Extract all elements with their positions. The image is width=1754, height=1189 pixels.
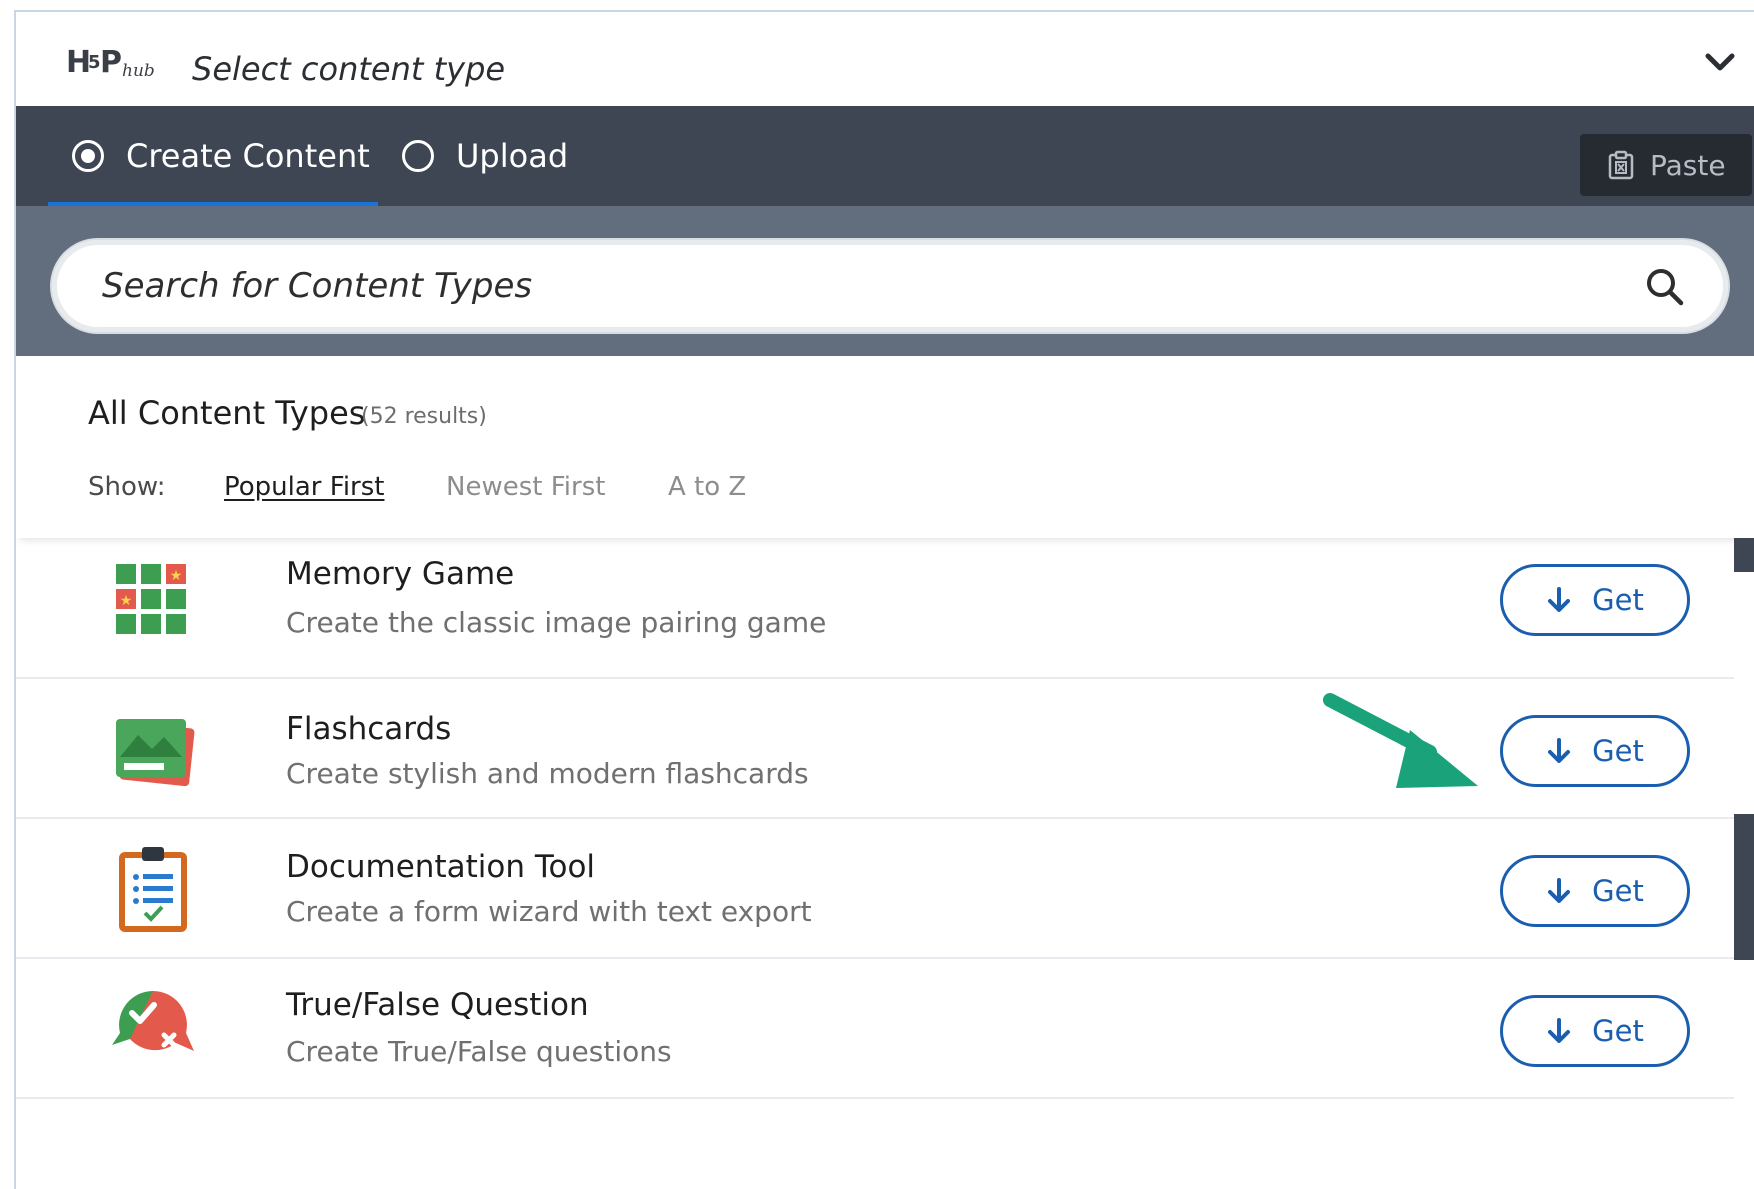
h5p-hub-logo: H 5 P hub: [66, 45, 155, 81]
item-title: True/False Question: [286, 987, 589, 1023]
item-description: Create the classic image pairing game: [286, 606, 827, 639]
sort-newest-first[interactable]: Newest First: [446, 472, 605, 502]
get-button-label: Get: [1592, 734, 1644, 768]
list-header: All Content Types (52 results) Show: Pop…: [16, 356, 1754, 538]
search-input[interactable]: [102, 240, 1602, 332]
get-button-label: Get: [1592, 583, 1644, 617]
get-button[interactable]: Get: [1500, 564, 1690, 636]
documentation-tool-icon: [119, 847, 187, 932]
get-button[interactable]: Get: [1500, 855, 1690, 927]
tabs-bar: Create Content Upload: [16, 106, 1754, 206]
svg-text:5: 5: [88, 52, 101, 73]
tab-upload-label: Upload: [456, 137, 569, 175]
list-item[interactable]: Documentation Tool Create a form wizard …: [16, 819, 1736, 959]
item-description: Create a form wizard with text export: [286, 895, 812, 928]
show-label: Show:: [88, 472, 166, 502]
paste-label: Paste: [1650, 148, 1726, 182]
list-item[interactable]: ★ ★ Memory Game Create the classic image…: [16, 538, 1736, 679]
tab-create-content[interactable]: Create Content: [72, 106, 370, 206]
item-title: Documentation Tool: [286, 849, 596, 885]
scroll-thumb[interactable]: [1734, 814, 1754, 960]
svg-text:P: P: [100, 45, 122, 80]
get-button[interactable]: Get: [1500, 715, 1690, 787]
paste-button[interactable]: Paste: [1580, 134, 1752, 196]
item-title: Flashcards: [286, 711, 452, 747]
download-arrow-icon: [1548, 1018, 1571, 1043]
sort-popular-first[interactable]: Popular First: [224, 472, 384, 502]
search-icon[interactable]: [1644, 266, 1686, 308]
svg-text:★: ★: [170, 567, 183, 583]
results-count: (52 results): [361, 404, 487, 429]
get-button[interactable]: Get: [1500, 995, 1690, 1067]
true-false-icon: [112, 991, 194, 1051]
get-button-label: Get: [1592, 1014, 1644, 1048]
chevron-down-icon[interactable]: [1696, 38, 1744, 86]
search-box[interactable]: [52, 240, 1728, 332]
content-type-list: ★ ★ Memory Game Create the classic image…: [16, 538, 1736, 1189]
flashcards-icon: [116, 719, 195, 787]
list-item[interactable]: True/False Question Create True/False qu…: [16, 959, 1736, 1099]
get-button-label: Get: [1592, 874, 1644, 908]
sort-a-to-z[interactable]: A to Z: [668, 472, 746, 502]
memory-game-icon: ★ ★: [116, 564, 186, 634]
download-arrow-icon: [1548, 587, 1571, 612]
clipboard-icon: [1608, 150, 1634, 180]
tab-create-content-label: Create Content: [126, 137, 370, 175]
download-arrow-icon: [1548, 878, 1571, 903]
item-description: Create stylish and modern flashcards: [286, 757, 809, 790]
svg-text:hub: hub: [122, 61, 155, 81]
scroll-up-button[interactable]: [1734, 538, 1754, 572]
h5p-hub: H 5 P hub Select content type Create Con…: [14, 10, 1754, 1189]
svg-text:★: ★: [120, 592, 133, 608]
item-title: Memory Game: [286, 556, 515, 592]
download-arrow-icon: [1548, 738, 1571, 763]
item-description: Create True/False questions: [286, 1035, 672, 1068]
list-scrollbar[interactable]: [1734, 538, 1754, 1189]
annotation-arrow-icon: [1323, 693, 1478, 788]
header-title: Select content type: [192, 50, 506, 88]
radio-selected-icon[interactable]: [72, 140, 104, 172]
tab-upload[interactable]: Upload: [402, 106, 568, 206]
hub-header[interactable]: H 5 P hub Select content type: [16, 12, 1754, 106]
radio-unselected-icon[interactable]: [402, 140, 434, 172]
search-area: [16, 206, 1754, 356]
list-title: All Content Types: [88, 394, 366, 432]
